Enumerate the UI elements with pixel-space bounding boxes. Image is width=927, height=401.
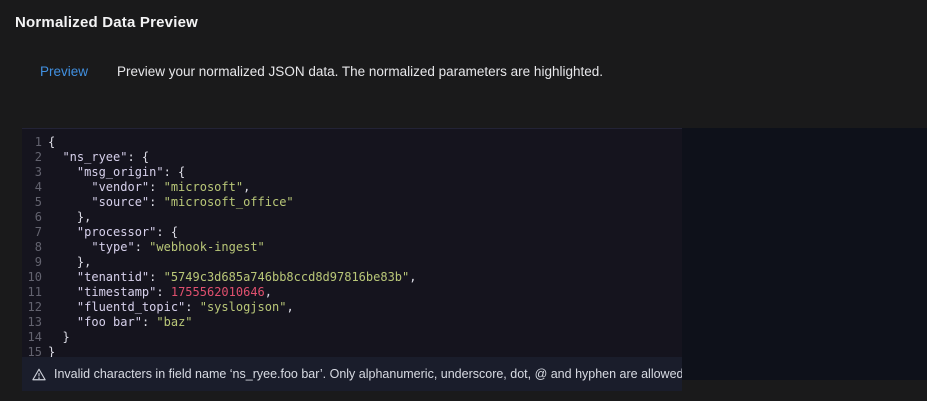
- line-number: 10: [22, 270, 42, 285]
- code-line: 11 "timestamp": 1755562010646,: [22, 285, 682, 300]
- tab-description: Preview your normalized JSON data. The n…: [117, 64, 603, 79]
- code-line: 12 "fluentd_topic": "syslogjson",: [22, 300, 682, 315]
- line-number: 14: [22, 330, 42, 345]
- code-line: 2 "ns_ryee": {: [22, 150, 682, 165]
- tab-preview[interactable]: Preview: [40, 64, 88, 79]
- json-code-area[interactable]: 1{2 "ns_ryee": {3 "msg_origin": {4 "vend…: [22, 128, 682, 357]
- code-line: 5 "source": "microsoft_office": [22, 195, 682, 210]
- validation-warning-text: Invalid characters in field name ‘ns_rye…: [54, 367, 687, 381]
- line-number: 1: [22, 135, 42, 150]
- code-line: 1{: [22, 135, 682, 150]
- code-line: 6 },: [22, 210, 682, 225]
- line-number: 12: [22, 300, 42, 315]
- code-line: 9 },: [22, 255, 682, 270]
- code-line: 3 "msg_origin": {: [22, 165, 682, 180]
- line-number: 3: [22, 165, 42, 180]
- warning-triangle-icon: [32, 368, 46, 381]
- code-line: 10 "tenantid": "5749c3d685a746bb8ccd8d97…: [22, 270, 682, 285]
- line-number: 2: [22, 150, 42, 165]
- line-number: 4: [22, 180, 42, 195]
- code-line: 4 "vendor": "microsoft",: [22, 180, 682, 195]
- page-title: Normalized Data Preview: [15, 14, 198, 31]
- line-number: 6: [22, 210, 42, 225]
- line-number: 13: [22, 315, 42, 330]
- code-line: 8 "type": "webhook-ingest": [22, 240, 682, 255]
- normalized-json-editor: 1{2 "ns_ryee": {3 "msg_origin": {4 "vend…: [22, 128, 682, 391]
- line-number: 8: [22, 240, 42, 255]
- line-number: 9: [22, 255, 42, 270]
- line-number: 7: [22, 225, 42, 240]
- line-number: 5: [22, 195, 42, 210]
- line-number: 11: [22, 285, 42, 300]
- code-line: 7 "processor": {: [22, 225, 682, 240]
- line-number: 15: [22, 345, 42, 357]
- validation-warning: Invalid characters in field name ‘ns_rye…: [22, 357, 682, 391]
- preview-panel-background: [682, 128, 927, 380]
- code-line: 14 }: [22, 330, 682, 345]
- code-line: 13 "foo bar": "baz": [22, 315, 682, 330]
- code-line: 15}: [22, 345, 682, 357]
